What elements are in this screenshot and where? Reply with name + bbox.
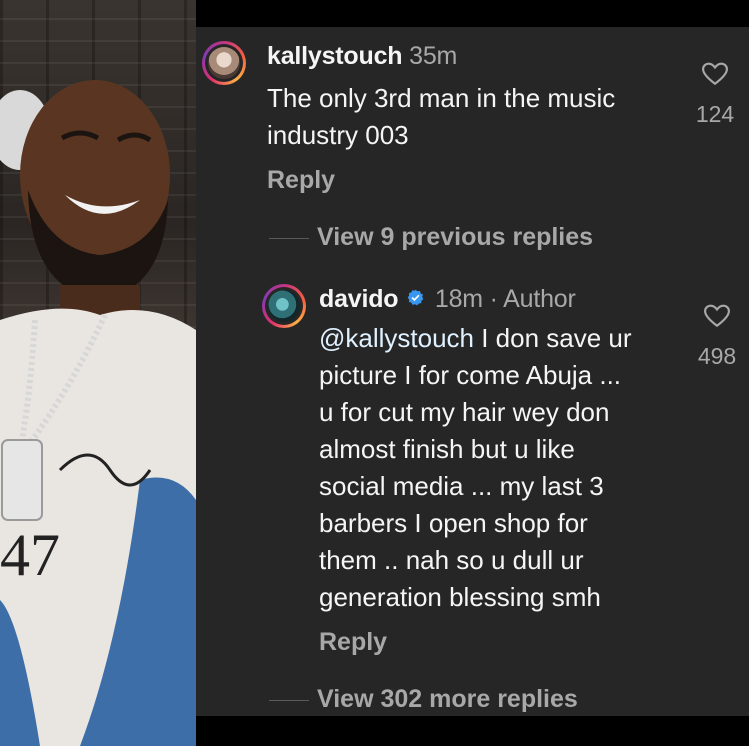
comment-1-header: kallystouch 35m: [267, 42, 457, 71]
svg-text:47: 47: [0, 522, 60, 588]
comment-2-line-3: u for cut my hair wey don: [319, 397, 610, 427]
view-previous-replies-button[interactable]: View 9 previous replies: [317, 223, 593, 252]
comment-2-line-7: them .. nah so u dull ur: [319, 545, 584, 575]
comment-2-like-count: 498: [697, 343, 737, 369]
comment-2-like-heart-icon[interactable]: [704, 304, 730, 328]
kallystouch-avatar[interactable]: [202, 41, 246, 85]
comment-2-text: @kallystouch I don save ur picture I for…: [319, 320, 632, 616]
comments-panel: kallystouch 35m The only 3rd man in the …: [196, 0, 749, 746]
comment-2-line-5: social media ... my last 3: [319, 471, 604, 501]
comment-1-line-2: industry 003: [267, 120, 409, 150]
comment-2-header: davido 18m · Author: [319, 285, 576, 314]
comment-2-line-2: picture I for come Abuja ...: [319, 360, 622, 390]
view-more-divider: [269, 700, 309, 701]
comment-2-line-8: generation blessing smh: [319, 582, 601, 612]
comment-1-time: 35m: [409, 42, 458, 70]
bottom-bar: [196, 716, 749, 746]
comment-1-line-1: The only 3rd man in the music: [267, 83, 616, 113]
comment-2-line-1: @kallystouch I don save ur: [319, 320, 632, 357]
comment-2-line-6: barbers I open shop for: [319, 508, 588, 538]
person-illustration: 47: [0, 80, 196, 746]
top-bar: [196, 0, 749, 27]
comment-1-reply-button[interactable]: Reply: [267, 166, 335, 195]
comment-2-line-1-rest: I don save ur: [474, 323, 632, 353]
comment-2-username[interactable]: davido: [319, 285, 399, 313]
comment-1-text: The only 3rd man in the music industry 0…: [267, 80, 615, 154]
comment-2-line-4: almost finish but u like: [319, 434, 575, 464]
comment-2-time: 18m: [434, 285, 483, 313]
davido-avatar[interactable]: [262, 284, 306, 328]
comment-1-username[interactable]: kallystouch: [267, 42, 403, 70]
view-more-replies-button[interactable]: View 302 more replies: [317, 685, 578, 714]
comment-2-mention[interactable]: @kallystouch: [319, 323, 474, 353]
comment-1-like-heart-icon[interactable]: [702, 62, 728, 86]
verified-badge-icon: [407, 289, 424, 306]
comment-2-reply-button[interactable]: Reply: [319, 628, 387, 657]
view-previous-divider: [269, 238, 309, 239]
comment-2-author-label: · Author: [489, 285, 576, 313]
comment-1-like-count: 124: [695, 101, 735, 127]
background-photo: 47: [0, 0, 196, 746]
